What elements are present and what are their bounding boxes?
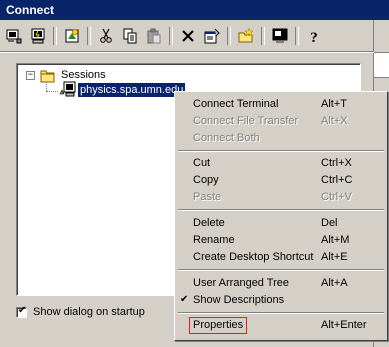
menu-separator bbox=[178, 312, 384, 314]
checkmark-icon: ✔ bbox=[18, 304, 27, 316]
toolbar-separator bbox=[53, 27, 57, 45]
desktop-shortcut-icon[interactable] bbox=[268, 24, 292, 48]
toolbar-separator bbox=[169, 27, 173, 45]
quick-connect-icon[interactable] bbox=[26, 24, 50, 48]
menu-item-paste[interactable]: Paste Ctrl+V bbox=[177, 189, 385, 206]
menu-item-connect-both[interactable]: Connect Both bbox=[177, 130, 385, 147]
menu-item-accelerator: Ctrl+C bbox=[321, 174, 353, 186]
toolbar-separator bbox=[227, 27, 231, 45]
connect-icon[interactable] bbox=[2, 24, 26, 48]
tree-item-session[interactable]: physics.spa.umn.edu bbox=[76, 82, 187, 98]
menu-item-label: Show Descriptions bbox=[193, 294, 285, 306]
menu-item-cut[interactable]: Cut Ctrl+X bbox=[177, 155, 385, 172]
toolbar: ? bbox=[2, 23, 326, 49]
svg-text:?: ? bbox=[310, 30, 318, 45]
menu-separator bbox=[178, 150, 384, 152]
help-icon[interactable]: ? bbox=[302, 24, 326, 48]
delete-icon[interactable] bbox=[176, 24, 200, 48]
checkmark-icon: ✔ bbox=[180, 294, 189, 305]
menu-item-label: User Arranged Tree bbox=[193, 277, 289, 289]
menu-item-accelerator: Alt+Enter bbox=[321, 319, 367, 331]
show-dialog-option[interactable]: ✔ Show dialog on startup bbox=[16, 304, 145, 318]
menu-item-rename[interactable]: Rename Alt+M bbox=[177, 232, 385, 249]
menu-item-properties[interactable]: Properties Alt+Enter bbox=[177, 317, 385, 334]
menu-item-user-arranged-tree[interactable]: User Arranged Tree Alt+A bbox=[177, 275, 385, 292]
menu-item-label: Properties bbox=[193, 319, 244, 331]
menu-item-label: Connect File Transfer bbox=[193, 115, 299, 127]
new-session-icon[interactable] bbox=[60, 24, 84, 48]
session-icon bbox=[59, 81, 77, 100]
menu-separator bbox=[178, 269, 384, 271]
menu-item-copy[interactable]: Copy Ctrl+C bbox=[177, 172, 385, 189]
properties-icon[interactable] bbox=[200, 24, 224, 48]
menu-item-label: Connect Both bbox=[193, 132, 260, 144]
menu-item-show-descriptions[interactable]: ✔ Show Descriptions bbox=[177, 292, 385, 309]
folder-icon bbox=[40, 69, 56, 86]
toolbar-divider bbox=[0, 51, 374, 53]
menu-item-connect-terminal[interactable]: Connect Terminal Alt+T bbox=[177, 96, 385, 113]
menu-item-accelerator: Alt+X bbox=[321, 115, 348, 127]
menu-item-label: Paste bbox=[193, 191, 222, 203]
show-dialog-label: Show dialog on startup bbox=[33, 306, 145, 318]
window-title: Connect bbox=[0, 0, 389, 20]
menu-item-accelerator: Del bbox=[321, 217, 338, 229]
menu-item-accelerator: Alt+M bbox=[321, 234, 350, 246]
menu-item-accelerator: Alt+E bbox=[321, 251, 348, 263]
menu-item-label: Connect Terminal bbox=[193, 98, 279, 110]
menu-separator bbox=[178, 209, 384, 211]
menu-item-label: Delete bbox=[193, 217, 225, 229]
menu-item-label: Cut bbox=[193, 157, 211, 169]
menu-item-create-desktop-shortcut[interactable]: Create Desktop Shortcut Alt+E bbox=[177, 249, 385, 266]
show-dialog-checkbox[interactable]: ✔ bbox=[16, 304, 27, 318]
menu-item-accelerator: Ctrl+X bbox=[321, 157, 352, 169]
collapse-icon[interactable]: − bbox=[26, 71, 35, 80]
menu-item-connect-file-transfer[interactable]: Connect File Transfer Alt+X bbox=[177, 113, 385, 130]
cut-icon[interactable] bbox=[94, 24, 118, 48]
menu-item-accelerator: Ctrl+V bbox=[321, 191, 352, 203]
paste-icon[interactable] bbox=[142, 24, 166, 48]
menu-item-label: Rename bbox=[193, 234, 235, 246]
copy-icon[interactable] bbox=[118, 24, 142, 48]
toolbar-separator bbox=[295, 27, 299, 45]
tree-root-sessions[interactable]: Sessions bbox=[61, 69, 106, 81]
menu-item-accelerator: Alt+A bbox=[321, 277, 348, 289]
menu-item-label: Create Desktop Shortcut bbox=[193, 251, 314, 263]
tree-connector bbox=[46, 82, 47, 91]
new-folder-icon[interactable] bbox=[234, 24, 258, 48]
menu-item-label: Copy bbox=[193, 174, 219, 186]
toolbar-separator bbox=[261, 27, 265, 45]
toolbar-separator bbox=[87, 27, 91, 45]
menu-item-accelerator: Alt+T bbox=[321, 98, 347, 110]
background-pane bbox=[374, 52, 389, 78]
context-menu: Connect Terminal Alt+T Connect File Tran… bbox=[174, 91, 388, 341]
menu-item-delete[interactable]: Delete Del bbox=[177, 215, 385, 232]
tree-connector bbox=[46, 91, 58, 92]
